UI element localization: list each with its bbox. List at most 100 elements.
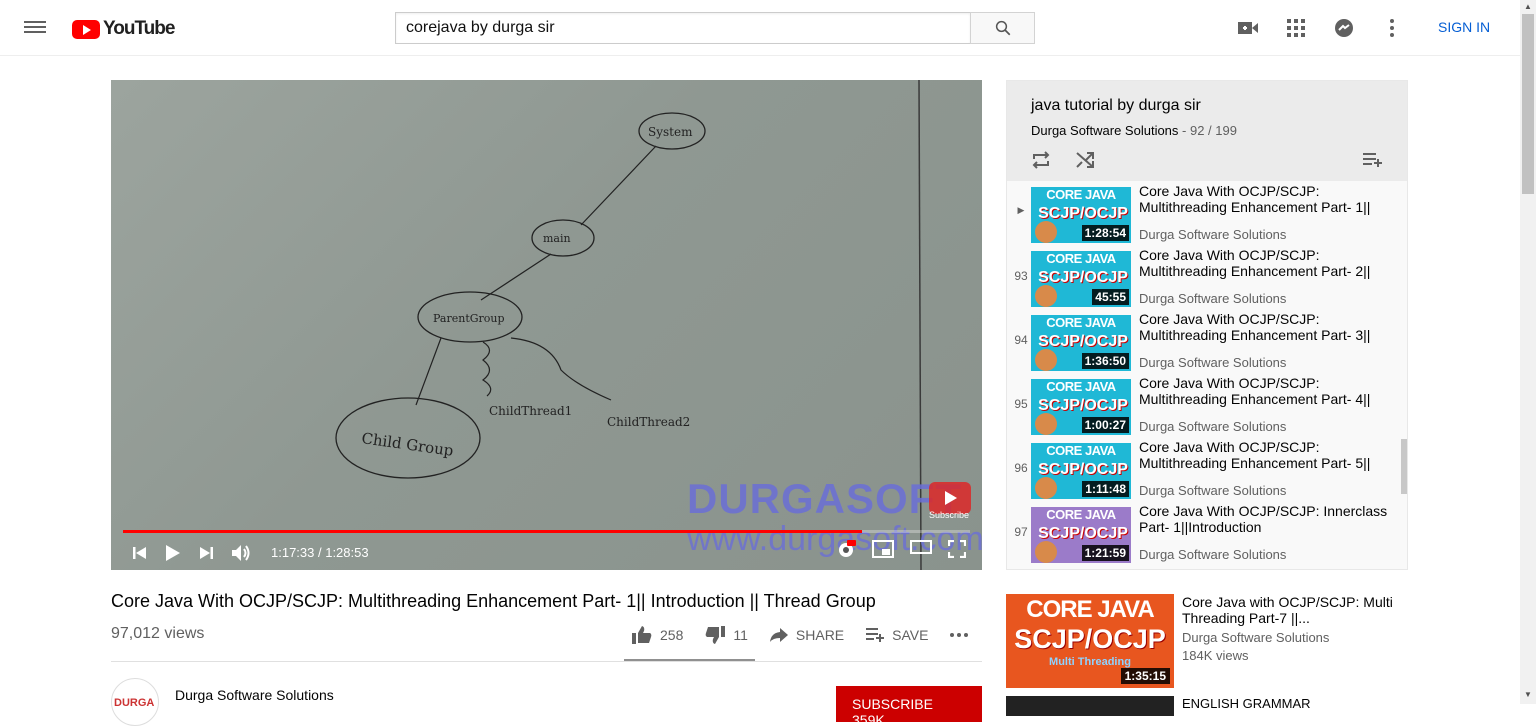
create-video-icon[interactable] xyxy=(1236,16,1260,40)
playlist-item-index: ▶ xyxy=(1017,205,1025,215)
subscribe-button[interactable]: SUBSCRIBE 359K xyxy=(836,686,982,728)
channel-name[interactable]: Durga Software Solutions xyxy=(175,687,334,703)
board-child-thread2-label: ChildThread2 xyxy=(607,415,690,429)
like-count: 258 xyxy=(660,627,684,643)
board-main-label: main xyxy=(543,232,571,245)
playlist-item[interactable]: ▶ CORE JAVA SCJP/OCJP 1:28:54 Core Java Wi… xyxy=(1007,181,1399,245)
playlist-item-thumbnail: CORE JAVA SCJP/OCJP 1:11:48 xyxy=(1031,443,1131,499)
shuffle-icon[interactable] xyxy=(1075,151,1095,169)
playlist-add-icon[interactable] xyxy=(1363,153,1383,167)
playlist-item-channel: Durga Software Solutions xyxy=(1139,483,1287,498)
playlist-header: java tutorial by durga sir Durga Softwar… xyxy=(1007,81,1407,181)
playlist-panel: java tutorial by durga sir Durga Softwar… xyxy=(1006,80,1408,570)
playlist-item-index: 96 xyxy=(1014,461,1028,475)
playlist-owner[interactable]: Durga Software Solutions xyxy=(1031,123,1178,138)
progress-fill xyxy=(123,530,862,533)
save-label: SAVE xyxy=(892,627,929,643)
playlist-item[interactable]: 97 CORE JAVA SCJP/OCJP 1:21:59 Core Java W… xyxy=(1007,501,1399,565)
duration-badge: 1:36:50 xyxy=(1081,353,1129,369)
play-icon[interactable] xyxy=(165,544,181,562)
search-input[interactable] xyxy=(395,12,970,44)
video-actions: 258 11 SHARE SAVE xyxy=(632,626,990,644)
playlist-item-channel: Durga Software Solutions xyxy=(1139,355,1287,370)
progress-bar[interactable] xyxy=(123,530,970,533)
page-scrollbar[interactable]: ▲ ▼ xyxy=(1520,0,1536,704)
duration-badge: 1:11:48 xyxy=(1082,481,1129,497)
board-child-group-label: Child Group xyxy=(360,429,454,460)
add-to-playlist-icon xyxy=(866,628,885,642)
dislike-count: 11 xyxy=(733,627,748,643)
video-player[interactable]: System main ParentGroup Child Group Chil… xyxy=(111,80,982,570)
menu-icon[interactable] xyxy=(24,18,46,38)
board-system-label: System xyxy=(648,125,693,139)
theater-mode-icon[interactable] xyxy=(910,540,932,554)
loop-icon[interactable] xyxy=(1031,151,1051,169)
previous-icon[interactable] xyxy=(133,546,147,560)
subscribe-watermark-label: Subscribe xyxy=(929,510,970,520)
search-icon xyxy=(995,20,1010,36)
youtube-logo[interactable]: YouTube xyxy=(72,18,175,40)
volume-icon[interactable] xyxy=(231,544,251,562)
recommended-views: 184K views xyxy=(1182,648,1249,663)
playlist-item-title: Core Java With OCJP/SCJP: Multithreading… xyxy=(1139,311,1371,343)
fullscreen-icon[interactable] xyxy=(948,540,966,558)
board-child-thread1-label: ChildThread1 xyxy=(489,404,572,418)
settings-icon[interactable] xyxy=(836,540,856,560)
playlist-item-thumbnail: CORE JAVA SCJP/OCJP 1:36:50 xyxy=(1031,315,1131,371)
playlist-item[interactable]: 96 CORE JAVA SCJP/OCJP 1:11:48 Core Java W… xyxy=(1007,437,1399,501)
scrollbar-thumb[interactable] xyxy=(1522,14,1534,194)
watermark-brand: DURGASOFT xyxy=(687,475,962,522)
playlist-item[interactable]: 94 CORE JAVA SCJP/OCJP 1:36:50 Core Java W… xyxy=(1007,309,1399,373)
playlist-item-title: Core Java With OCJP/SCJP: Multithreading… xyxy=(1139,375,1371,407)
playlist-item-index: 97 xyxy=(1014,525,1028,539)
duration-badge: 1:35:15 xyxy=(1120,668,1170,684)
scroll-down-arrow-icon[interactable]: ▼ xyxy=(1524,690,1532,699)
dislike-button[interactable]: 11 xyxy=(705,626,748,644)
playlist-scrollbar-thumb[interactable] xyxy=(1401,439,1407,494)
save-button[interactable]: SAVE xyxy=(866,627,928,643)
playlist-title[interactable]: java tutorial by durga sir xyxy=(1031,97,1383,115)
playlist-item-channel: Durga Software Solutions xyxy=(1139,547,1287,562)
recommended-channel: Durga Software Solutions xyxy=(1182,630,1330,645)
board-parent-group-label: ParentGroup xyxy=(433,312,505,325)
miniplayer-icon[interactable] xyxy=(872,540,894,558)
more-horizontal-icon xyxy=(950,633,969,637)
more-options-icon[interactable] xyxy=(1380,16,1404,40)
more-actions-button[interactable] xyxy=(950,633,969,637)
youtube-play-icon xyxy=(72,19,100,39)
apps-icon[interactable] xyxy=(1284,16,1308,40)
playlist-item-index: 95 xyxy=(1014,397,1028,411)
playlist-item[interactable]: 93 CORE JAVA SCJP/OCJP 45:55 Core Java Wit… xyxy=(1007,245,1399,309)
playlist-item-thumbnail: CORE JAVA SCJP/OCJP 1:28:54 xyxy=(1031,187,1131,243)
playlist-item-channel: Durga Software Solutions xyxy=(1139,419,1287,434)
duration-badge: 1:00:27 xyxy=(1081,417,1129,433)
playlist-item-channel: Durga Software Solutions xyxy=(1139,227,1287,242)
avatar-text: DURGA xyxy=(114,697,155,709)
duration-badge: 45:55 xyxy=(1092,289,1129,305)
messages-icon[interactable] xyxy=(1332,16,1356,40)
top-bar: YouTube SIGN IN xyxy=(0,0,1520,56)
next-icon[interactable] xyxy=(199,546,213,560)
divider xyxy=(111,661,982,662)
recommended-title: Core Java with OCJP/SCJP: Multi Threadin… xyxy=(1182,594,1393,626)
view-count: 97,012 views xyxy=(111,625,205,642)
recommended-thumbnail: CORE JAVA SCJP/OCJP Multi Threading 1:35… xyxy=(1006,594,1174,688)
share-label: SHARE xyxy=(795,627,845,643)
channel-avatar[interactable]: DURGA xyxy=(111,678,159,726)
playlist-item-thumbnail: CORE JAVA SCJP/OCJP 1:21:59 xyxy=(1031,507,1131,563)
scroll-up-arrow-icon[interactable]: ▲ xyxy=(1524,2,1532,11)
thumbs-down-icon xyxy=(706,626,726,644)
recommended-video[interactable]: CORE JAVA SCJP/OCJP Multi Threading 1:35… xyxy=(1006,594,1408,688)
video-title: Core Java With OCJP/SCJP: Multithreading… xyxy=(111,591,876,611)
like-button[interactable]: 258 xyxy=(632,626,683,644)
thumbs-up-icon xyxy=(632,626,652,644)
playlist-item-title: Core Java With OCJP/SCJP: Innerclass Par… xyxy=(1139,503,1388,535)
playlist-item[interactable]: 95 CORE JAVA SCJP/OCJP 1:00:27 Core Java W… xyxy=(1007,373,1399,437)
recommended-thumbnail[interactable] xyxy=(1006,696,1174,716)
search-button[interactable] xyxy=(970,12,1035,44)
sign-in-button[interactable]: SIGN IN xyxy=(1426,19,1502,35)
share-button[interactable]: SHARE xyxy=(769,627,845,643)
playlist-item-title: Core Java With OCJP/SCJP: Multithreading… xyxy=(1139,183,1371,215)
playlist-item-thumbnail: CORE JAVA SCJP/OCJP 45:55 xyxy=(1031,251,1131,307)
time-display: 1:17:33 / 1:28:53 xyxy=(271,545,369,560)
